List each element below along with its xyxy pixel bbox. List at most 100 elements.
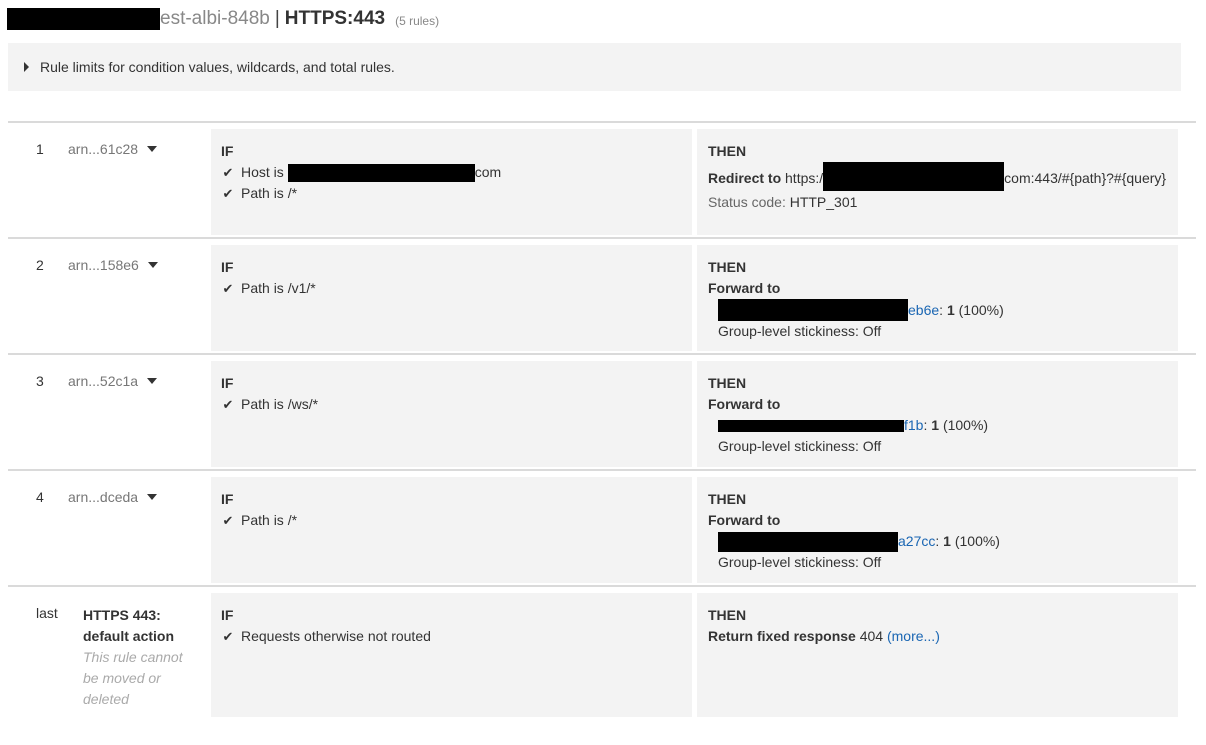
if-label: IF xyxy=(221,607,234,623)
condition-path: ✔ Path is /* xyxy=(221,183,692,204)
caret-down-icon xyxy=(147,146,158,152)
path-is-label: Path is xyxy=(241,185,284,201)
rule-arn-dropdown[interactable]: arn...61c28 xyxy=(68,141,158,157)
fixed-response-status: 404 xyxy=(859,628,884,644)
caret-down-icon xyxy=(147,378,158,384)
title-separator: | xyxy=(274,8,280,29)
rule-conditions: IF ✔ Path is /* xyxy=(211,477,692,583)
redacted-block xyxy=(7,8,160,30)
condition-path: ✔ Path is /* xyxy=(221,510,692,531)
path-is-label: Path is xyxy=(241,512,284,528)
then-label: THEN xyxy=(708,259,747,275)
target-group-line: a27cc: 1 (100%) xyxy=(708,531,1178,552)
rule-row: 3 arn...52c1a IF ✔ Path is /ws/* THEN Fo… xyxy=(8,353,1196,469)
rule-actions: THEN Redirect to https:/ com:443/#{path}?… xyxy=(697,129,1178,235)
target-percent: (100%) xyxy=(942,417,989,433)
status-code-line: Status code: HTTP_301 xyxy=(708,192,1178,213)
target-group-link[interactable]: eb6e xyxy=(908,300,939,321)
then-label: THEN xyxy=(708,491,747,507)
caret-right-icon xyxy=(24,62,29,72)
redacted-block xyxy=(718,531,898,552)
rule-arn: arn...61c28 xyxy=(68,141,139,157)
if-label: IF xyxy=(221,491,234,507)
check-icon: ✔ xyxy=(222,281,234,296)
if-label: IF xyxy=(221,143,234,159)
condition-host: ✔ Host is com xyxy=(221,162,692,183)
rule-number: 4 xyxy=(36,489,44,505)
target-weight: 1 xyxy=(943,533,951,549)
status-code-label: Status code: xyxy=(708,194,786,210)
listener-rules-page: est-albi-848b | HTTPS:443 (5 rules) Rule… xyxy=(0,0,1206,745)
rule-conditions: IF ✔ Path is /ws/* xyxy=(211,361,692,467)
more-link[interactable]: (more...) xyxy=(887,626,940,647)
rule-number: 2 xyxy=(36,257,44,273)
default-action-note: This rule cannot be moved or deleted xyxy=(83,649,183,707)
rule-row: 2 arn...158e6 IF ✔ Path is /v1/* THEN Fo… xyxy=(8,237,1196,353)
load-balancer-name: est-albi-848b xyxy=(160,8,270,29)
rule-limits-expander[interactable]: Rule limits for condition values, wildca… xyxy=(8,43,1181,91)
condition-path: ✔ Path is /ws/* xyxy=(221,394,692,415)
path-value: /* xyxy=(287,185,298,201)
rule-actions: THEN Return fixed response 404 (more...) xyxy=(697,593,1178,717)
if-label: IF xyxy=(221,259,234,275)
then-label: THEN xyxy=(708,607,747,623)
fixed-response-line: Return fixed response 404 (more...) xyxy=(708,626,1178,647)
default-action-title: HTTPS 443: default action xyxy=(83,607,175,644)
forward-to-label: Forward to xyxy=(708,396,781,412)
then-label: THEN xyxy=(708,143,747,159)
target-weight: 1 xyxy=(946,301,955,318)
rule-row: 4 arn...dceda IF ✔ Path is /* THEN Forwa… xyxy=(8,469,1196,585)
rule-conditions: IF ✔ Requests otherwise not routed xyxy=(211,593,692,717)
rule-arn: arn...dceda xyxy=(68,489,139,505)
redacted-block xyxy=(823,162,1005,191)
redirect-suffix: com:443/#{path}?#{query} xyxy=(1004,170,1167,186)
target-percent: (100%) xyxy=(954,533,1000,549)
default-rule-row: last HTTPS 443: default action This rule… xyxy=(8,585,1196,717)
redirect-action: Redirect to https:/ com:443/#{path}?#{que… xyxy=(708,162,1178,191)
check-icon: ✔ xyxy=(222,186,234,201)
redirect-prefix: https:/ xyxy=(785,170,824,186)
rule-conditions: IF ✔ Path is /v1/* xyxy=(211,245,692,351)
rule-actions: THEN Forward to a27cc: 1 (100%) Group-le… xyxy=(697,477,1178,583)
caret-down-icon xyxy=(147,494,158,500)
target-group-link[interactable]: a27cc xyxy=(898,531,935,552)
check-icon: ✔ xyxy=(222,629,234,644)
target-weight: 1 xyxy=(931,417,940,433)
rule-arn-dropdown[interactable]: arn...dceda xyxy=(68,489,158,505)
rule-count: (5 rules) xyxy=(395,14,440,28)
check-icon: ✔ xyxy=(222,397,234,412)
host-suffix: com xyxy=(474,164,502,180)
rule-conditions: IF ✔ Host is com ✔ Path is /* xyxy=(211,129,692,235)
stickiness-line: Group-level stickiness: Off xyxy=(718,438,882,454)
target-group-line: eb6e: 1 (100%) xyxy=(708,299,1178,321)
target-group-link[interactable]: f1b xyxy=(904,415,923,436)
check-icon: ✔ xyxy=(222,165,234,180)
rule-row: 1 arn...61c28 IF ✔ Host is com ✔ Path is… xyxy=(8,121,1196,237)
default-action-label: HTTPS 443: default action This rule cann… xyxy=(83,605,193,710)
redacted-block xyxy=(718,299,908,321)
rule-arn: arn...158e6 xyxy=(68,257,139,273)
path-is-label: Path is xyxy=(241,396,284,412)
rule-number: last xyxy=(36,605,58,621)
path-value: /* xyxy=(287,512,298,528)
rule-actions: THEN Forward to eb6e: 1 (100%) Group-lev… xyxy=(697,245,1178,351)
host-is-label: Host is xyxy=(241,164,284,180)
forward-to-label: Forward to xyxy=(708,512,781,528)
redirect-to-label: Redirect to xyxy=(708,170,782,186)
target-percent: (100%) xyxy=(958,301,1004,318)
rule-arn: arn...52c1a xyxy=(68,373,139,389)
path-value: /v1/* xyxy=(287,280,316,296)
rule-actions: THEN Forward to f1b: 1 (100%) Group-leve… xyxy=(697,361,1178,467)
page-title: est-albi-848b | HTTPS:443 (5 rules) xyxy=(7,6,439,32)
rule-limits-label: Rule limits for condition values, wildca… xyxy=(40,59,395,75)
rule-number: 1 xyxy=(36,141,44,157)
rule-arn-dropdown[interactable]: arn...158e6 xyxy=(68,257,158,273)
return-fixed-label: Return fixed response xyxy=(708,628,856,644)
status-code-value: HTTP_301 xyxy=(789,194,858,210)
forward-to-label: Forward to xyxy=(708,280,781,296)
check-icon: ✔ xyxy=(222,513,234,528)
rule-arn-dropdown[interactable]: arn...52c1a xyxy=(68,373,158,389)
condition-path: ✔ Path is /v1/* xyxy=(221,278,692,299)
redacted-block xyxy=(287,163,475,182)
stickiness-line: Group-level stickiness: Off xyxy=(718,323,882,339)
